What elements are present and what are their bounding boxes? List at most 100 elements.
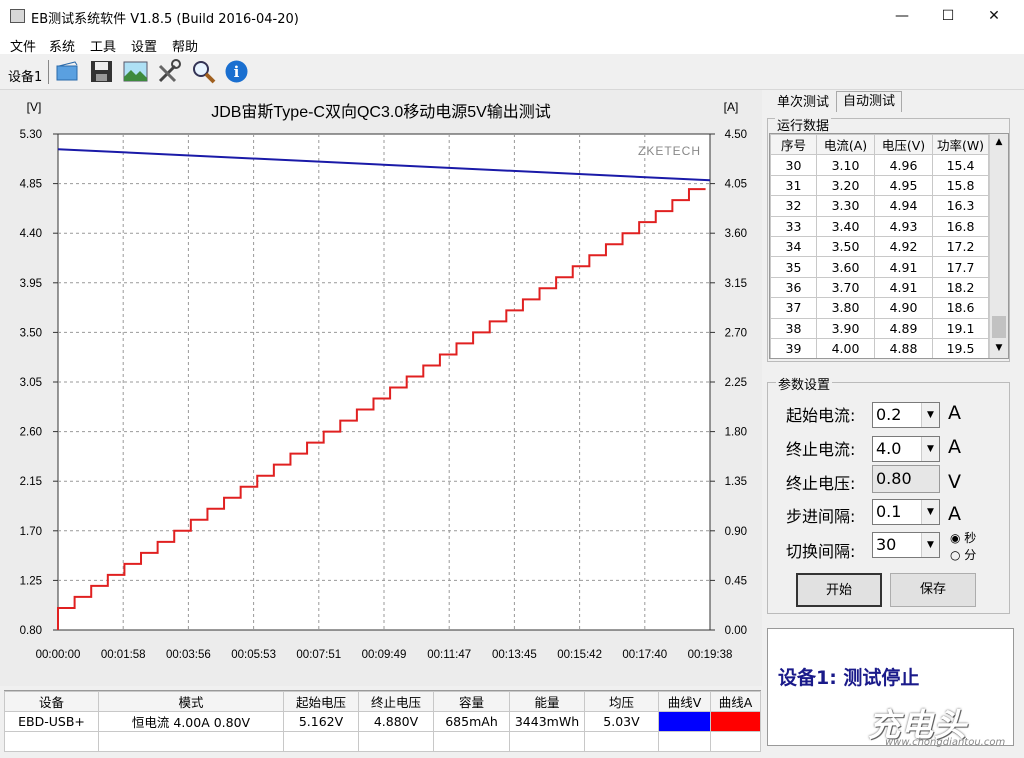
end-current-value: 4.0 xyxy=(876,439,902,458)
save-icon[interactable] xyxy=(89,59,114,84)
summary-column-header: 曲线V xyxy=(658,691,711,712)
chevron-down-icon[interactable]: ▼ xyxy=(921,403,939,427)
zoom-icon[interactable] xyxy=(191,59,216,84)
table-cell: 17.2 xyxy=(932,235,989,258)
summary-cell: 恒电流 4.00A 0.80V xyxy=(98,711,284,732)
table-cell: 3.10 xyxy=(816,154,875,176)
table-cell: 4.96 xyxy=(874,154,933,176)
y-right-tick-label: 3.60 xyxy=(725,228,747,240)
column-header: 序号 xyxy=(770,134,817,156)
y-axis-right-unit: [A] xyxy=(724,100,739,114)
unit-minutes-radio[interactable]: ○ 分 xyxy=(950,546,976,563)
summary-empty-cell xyxy=(710,731,761,752)
curve-v-color-swatch[interactable] xyxy=(658,711,711,732)
end-current-select[interactable]: 4.0 ▼ xyxy=(872,436,940,462)
menu-file[interactable]: 文件 xyxy=(10,36,36,55)
step-interval-value: 0.1 xyxy=(876,502,902,521)
table-row[interactable]: 38 3.90 4.89 19.1 xyxy=(770,317,989,339)
unit-seconds-radio[interactable]: ◉ 秒 xyxy=(950,529,976,546)
start-current-select[interactable]: 0.2 ▼ xyxy=(872,402,940,428)
table-cell: 4.89 xyxy=(874,317,933,339)
start-button[interactable]: 开始 xyxy=(796,573,882,607)
table-cell: 30 xyxy=(770,154,817,176)
menu-tools[interactable]: 工具 xyxy=(90,36,116,55)
y-right-tick-label: 1.80 xyxy=(725,427,747,439)
run-data-scrollbar[interactable]: ▲ ▼ xyxy=(989,134,1008,358)
y-right-tick-label: 0.45 xyxy=(725,575,747,587)
run-data-table-container: 序号 电流(A) 电压(V) 功率(W) 30 3.10 4.96 15.4 31 3.20 4.… xyxy=(769,133,1009,359)
table-row[interactable]: 30 3.10 4.96 15.4 xyxy=(770,154,989,176)
y-right-tick-label: 0.90 xyxy=(725,526,747,538)
curve-a-color-swatch[interactable] xyxy=(710,711,761,732)
start-current-label: 起始电流: xyxy=(786,406,856,425)
y-left-tick-label: 4.40 xyxy=(20,228,42,240)
summary-empty-cell xyxy=(509,731,585,752)
step-interval-select[interactable]: 0.1 ▼ xyxy=(872,499,940,525)
end-voltage-input[interactable]: 0.80 xyxy=(872,465,940,493)
voltage-current-chart: JDB宙斯Type-C双向QC3.0移动电源5V输出测试 [V] [A] ZKE… xyxy=(20,100,747,661)
x-tick-label: 00:15:42 xyxy=(557,649,602,661)
table-row[interactable]: 35 3.60 4.91 17.7 xyxy=(770,256,989,278)
switch-interval-select[interactable]: 30 ▼ xyxy=(872,532,940,558)
switch-interval-value: 30 xyxy=(876,535,897,554)
table-cell: 16.3 xyxy=(932,195,989,217)
summary-empty-cell xyxy=(4,731,99,752)
image-icon[interactable] xyxy=(123,59,148,84)
column-header: 功率(W) xyxy=(932,134,989,156)
menu-system[interactable]: 系统 xyxy=(49,36,75,55)
tab-single-test[interactable]: 单次测试 xyxy=(771,93,835,114)
table-row[interactable]: 34 3.50 4.92 17.2 xyxy=(770,235,989,258)
table-cell: 3.30 xyxy=(816,195,875,217)
table-row[interactable]: 37 3.80 4.90 18.6 xyxy=(770,297,989,319)
chart-title: JDB宙斯Type-C双向QC3.0移动电源5V输出测试 xyxy=(211,103,551,121)
table-cell: 3.70 xyxy=(816,276,875,299)
table-row[interactable]: 31 3.20 4.95 15.8 xyxy=(770,174,989,197)
toolbar xyxy=(0,54,1024,90)
table-cell: 32 xyxy=(770,195,817,217)
tab-auto-test[interactable]: 自动测试 xyxy=(836,91,903,112)
table-cell: 37 xyxy=(770,297,817,319)
table-cell: 4.90 xyxy=(874,297,933,319)
y-right-tick-label: 4.50 xyxy=(725,129,747,141)
scroll-up-icon[interactable]: ▲ xyxy=(990,134,1008,151)
scroll-down-icon[interactable]: ▼ xyxy=(990,340,1008,357)
chevron-down-icon[interactable]: ▼ xyxy=(921,533,939,557)
end-voltage-unit: V xyxy=(948,471,961,493)
open-folder-icon[interactable] xyxy=(55,59,80,84)
summary-cell: 3443mWh xyxy=(509,711,585,732)
table-cell: 4.00 xyxy=(816,337,875,358)
minimize-button[interactable]: — xyxy=(879,0,925,32)
table-cell: 31 xyxy=(770,174,817,197)
table-cell: 4.94 xyxy=(874,195,933,217)
menu-settings[interactable]: 设置 xyxy=(131,36,157,55)
table-row[interactable]: 33 3.40 4.93 16.8 xyxy=(770,215,989,237)
step-interval-unit: A xyxy=(948,503,961,525)
maximize-button[interactable]: ☐ xyxy=(925,0,971,32)
x-tick-label: 00:13:45 xyxy=(492,649,537,661)
summary-column-header: 均压 xyxy=(584,691,659,712)
summary-empty-cell xyxy=(584,731,659,752)
table-cell: 19.1 xyxy=(932,317,989,339)
table-cell: 19.5 xyxy=(932,337,989,358)
table-row[interactable]: 39 4.00 4.88 19.5 xyxy=(770,337,989,358)
table-row[interactable]: 36 3.70 4.91 18.2 xyxy=(770,276,989,299)
summary-empty-cell xyxy=(283,731,359,752)
close-button[interactable]: ✕ xyxy=(971,0,1017,32)
y-right-tick-label: 2.25 xyxy=(725,377,747,389)
chevron-down-icon[interactable]: ▼ xyxy=(921,500,939,524)
save-button[interactable]: 保存 xyxy=(890,573,976,607)
scroll-thumb[interactable] xyxy=(992,316,1006,338)
status-text: 设备1: 测试停止 xyxy=(778,667,920,689)
info-icon[interactable]: i xyxy=(224,59,249,84)
y-left-tick-label: 3.95 xyxy=(20,278,42,290)
chart-watermark: ZKETECH xyxy=(638,144,701,158)
y-left-tick-label: 0.80 xyxy=(20,625,42,637)
tools-icon[interactable] xyxy=(157,59,182,84)
device-selector[interactable]: 设备1 xyxy=(8,66,42,85)
summary-cell: EBD-USB+ xyxy=(4,711,99,732)
menu-help[interactable]: 帮助 xyxy=(172,36,198,55)
chevron-down-icon[interactable]: ▼ xyxy=(921,437,939,461)
table-row[interactable]: 32 3.30 4.94 16.3 xyxy=(770,195,989,217)
x-tick-label: 00:05:53 xyxy=(231,649,276,661)
table-cell: 17.7 xyxy=(932,256,989,278)
